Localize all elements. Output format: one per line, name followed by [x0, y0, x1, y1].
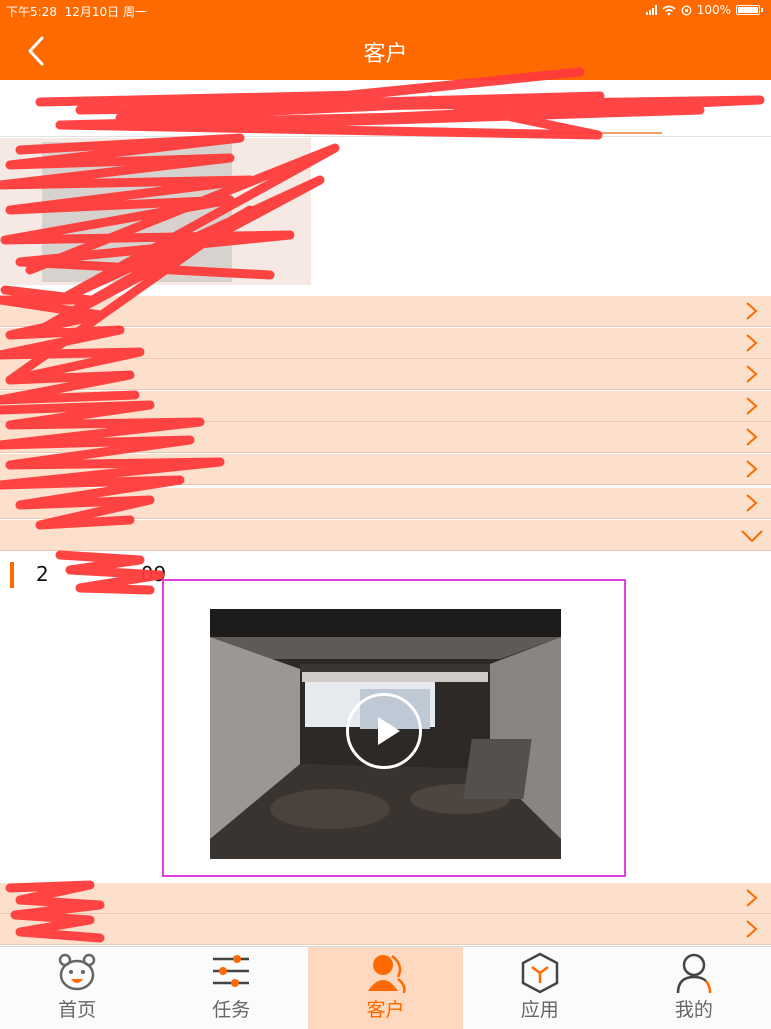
status-indicators: 100%	[645, 3, 763, 17]
page-title: 客户	[363, 42, 408, 67]
nav-bar: 客户	[0, 22, 771, 80]
profile-icon	[676, 953, 712, 994]
section-date-prefix: 2	[36, 562, 49, 586]
orientation-lock-icon	[681, 5, 692, 15]
status-date: 12月10日 周一	[64, 5, 147, 19]
section-date: 2 09	[36, 562, 166, 586]
tab-label: 任务	[212, 999, 251, 1021]
battery-icon	[736, 5, 760, 15]
tab-customers[interactable]: 客户	[308, 947, 463, 1029]
tab-home[interactable]: 首页	[0, 947, 154, 1029]
status-bar: 下午5:28 12月10日 周一 100%	[0, 0, 771, 22]
chevron-right-icon	[746, 302, 758, 320]
chevron-right-icon	[746, 889, 758, 907]
status-time: 下午5:28	[6, 5, 57, 19]
tab-bar: 首页 任务 客户 应用 我的	[0, 946, 771, 1029]
info-row[interactable]	[0, 914, 771, 945]
home-bear-icon	[58, 953, 96, 991]
info-row[interactable]	[0, 328, 771, 359]
field-underline	[462, 132, 662, 134]
info-row[interactable]	[0, 391, 771, 422]
sliders-icon	[213, 955, 250, 987]
chevron-down-icon	[741, 530, 763, 543]
tab-label: 首页	[58, 999, 97, 1021]
section-marker	[10, 562, 14, 588]
battery-percent: 100%	[696, 3, 731, 17]
info-row[interactable]	[0, 454, 771, 485]
photo-thumbnail	[42, 142, 232, 282]
wifi-icon	[662, 5, 676, 15]
tab-label: 应用	[520, 999, 559, 1021]
tab-label: 客户	[366, 999, 405, 1021]
tab-profile[interactable]: 我的	[617, 947, 771, 1029]
customers-icon	[367, 955, 406, 994]
chevron-right-icon	[746, 920, 758, 938]
info-row[interactable]	[0, 296, 771, 327]
tab-label: 我的	[674, 999, 713, 1021]
chevron-right-icon	[746, 428, 758, 446]
divider	[0, 136, 771, 137]
tab-tasks[interactable]: 任务	[154, 947, 308, 1029]
info-row-expanded[interactable]	[0, 520, 771, 551]
info-row[interactable]	[0, 883, 771, 914]
chevron-right-icon	[746, 494, 758, 512]
video-thumbnail[interactable]	[210, 609, 561, 859]
info-row[interactable]	[0, 488, 771, 519]
cube-icon	[521, 952, 558, 994]
play-icon[interactable]	[346, 693, 422, 769]
tab-apps[interactable]: 应用	[463, 947, 617, 1029]
status-time-date: 下午5:28 12月10日 周一	[6, 3, 147, 20]
chevron-right-icon	[746, 397, 758, 415]
chevron-right-icon	[746, 460, 758, 478]
info-row[interactable]	[0, 359, 771, 390]
signal-icon	[645, 5, 657, 15]
chevron-right-icon	[746, 365, 758, 383]
info-row[interactable]	[0, 422, 771, 453]
customer-photo[interactable]	[0, 138, 311, 285]
chevron-right-icon	[746, 334, 758, 352]
